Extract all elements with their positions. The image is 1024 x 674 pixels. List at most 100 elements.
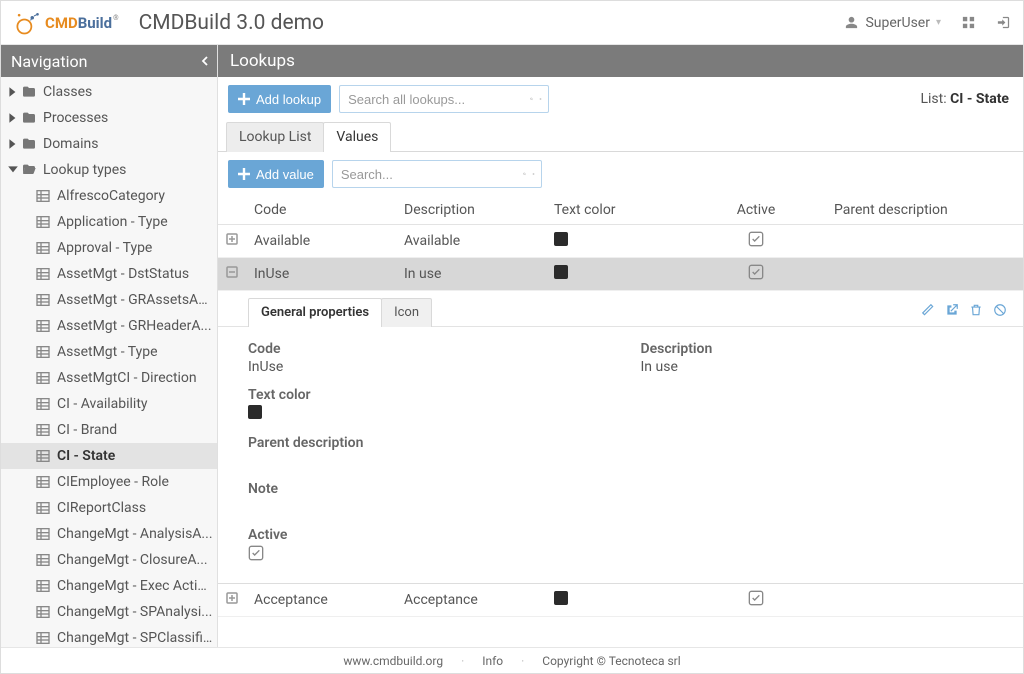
col-description[interactable]: Description [396, 196, 546, 225]
content-tabs: Lookup List Values [218, 121, 1023, 152]
logout-icon[interactable] [996, 15, 1011, 30]
tree-item-domains[interactable]: Domains [1, 131, 217, 157]
tree-item-lookup-type[interactable]: Application - Type [1, 209, 217, 235]
value-parent [248, 453, 993, 469]
table-icon [35, 474, 51, 490]
search-icon[interactable] [523, 167, 526, 181]
tree-item-lookup-type[interactable]: ChangeMgt - ClosureA... [1, 547, 217, 573]
detail-panel-row: General properties Icon [218, 291, 1023, 584]
tree-item-lookup-type[interactable]: AssetMgt - GRAssetsAc... [1, 287, 217, 313]
tree-item-label: AlfrescoCategory [57, 188, 165, 204]
col-code[interactable]: Code [246, 196, 396, 225]
detail-tab-icon[interactable]: Icon [381, 298, 432, 327]
value-code: InUse [248, 359, 601, 375]
toolbar-lookups: Add lookup List: CI - State [218, 77, 1023, 121]
delete-icon[interactable] [969, 303, 983, 317]
clear-icon[interactable] [532, 167, 535, 181]
tree-item-lookup-type[interactable]: AlfrescoCategory [1, 183, 217, 209]
detail-body: Code InUse Description In use Text color [218, 327, 1023, 583]
col-text-color[interactable]: Text color [546, 196, 686, 225]
edit-icon[interactable] [921, 303, 935, 317]
table-icon [35, 552, 51, 568]
checkbox-checked-icon [748, 264, 764, 280]
row-expander[interactable] [218, 584, 246, 617]
tree-item-lookup-type[interactable]: ChangeMgt - SPAnalysi... [1, 599, 217, 625]
tree-item-label: ChangeMgt - SPClassifi... [57, 630, 213, 646]
tree-item-lookup-type[interactable]: CIReportClass [1, 495, 217, 521]
toolbar-values: Add value [218, 152, 1023, 196]
tree-item-label: ChangeMgt - ClosureA... [57, 552, 208, 568]
active-check [686, 258, 826, 291]
detail-tab-general[interactable]: General properties [248, 298, 382, 327]
table-icon [35, 318, 51, 334]
tree-item-lookup-type[interactable]: AssetMgt - Type [1, 339, 217, 365]
label-note: Note [248, 481, 993, 497]
caret-right-icon [7, 86, 19, 98]
col-parent[interactable]: Parent description [826, 196, 1023, 225]
color-swatch [554, 265, 568, 279]
tree-item-lookup-type[interactable]: ChangeMgt - AnalysisA... [1, 521, 217, 547]
active-check [686, 584, 826, 617]
table-row[interactable]: InUse In use [218, 258, 1023, 291]
navigation-title: Navigation [11, 52, 87, 71]
tab-values[interactable]: Values [323, 122, 391, 152]
tree-item-lookup-type[interactable]: AssetMgtCI - Direction [1, 365, 217, 391]
tree-item-lookup-type[interactable]: CI - Availability [1, 391, 217, 417]
tree-item-lookup-type[interactable]: CI - State [1, 443, 217, 469]
footer-copyright: Copyright © Tecnoteca srl [542, 654, 680, 668]
app-title: CMDBuild 3.0 demo [139, 11, 324, 35]
table-icon [35, 500, 51, 516]
table-icon [35, 630, 51, 646]
folder-open-icon [21, 162, 37, 178]
disable-icon[interactable] [993, 303, 1007, 317]
navigation-header: Navigation [1, 45, 217, 77]
add-lookup-button[interactable]: Add lookup [228, 85, 331, 113]
tree-item-processes[interactable]: Processes [1, 105, 217, 131]
row-expander[interactable] [218, 225, 246, 258]
search-values[interactable] [332, 160, 542, 188]
content-title: Lookups [218, 45, 1023, 77]
tree-item-lookup-type[interactable]: ChangeMgt - Exec Action [1, 573, 217, 599]
tree-item-lookup-types[interactable]: Lookup types [1, 157, 217, 183]
user-label: SuperUser [865, 15, 930, 31]
table-row[interactable]: Acceptance Acceptance [218, 584, 1023, 617]
row-collapse[interactable] [218, 258, 246, 291]
tree-item-lookup-type[interactable]: AssetMgt - GRHeaderA... [1, 313, 217, 339]
tab-lookup-list[interactable]: Lookup List [226, 122, 324, 152]
open-external-icon[interactable] [945, 303, 959, 317]
add-value-button[interactable]: Add value [228, 160, 324, 188]
tree-item-label: AssetMgt - GRAssetsAc... [57, 292, 213, 308]
tree-item-lookup-type[interactable]: CIEmployee - Role [1, 469, 217, 495]
col-active[interactable]: Active [686, 196, 826, 225]
tree-item-label: CI - State [57, 448, 115, 464]
grid-icon[interactable] [961, 15, 976, 30]
tree-item-label: AssetMgt - Type [57, 344, 158, 360]
content: Lookups Add lookup List: CI - State Look… [218, 45, 1023, 647]
expand-plus-icon [226, 233, 238, 245]
footer-info[interactable]: Info [482, 654, 503, 668]
tree-item-lookup-type[interactable]: AssetMgt - DstStatus [1, 261, 217, 287]
tree-item-label: CIEmployee - Role [57, 474, 169, 490]
tree-item-classes[interactable]: Classes [1, 79, 217, 105]
values-table: Code Description Text color Active Paren… [218, 196, 1023, 617]
tree-item-lookup-type[interactable]: ChangeMgt - SPClassifi... [1, 625, 217, 647]
plus-icon [238, 93, 250, 105]
table-icon [35, 344, 51, 360]
footer: www.cmdbuild.org · Info · Copyright © Te… [1, 647, 1023, 673]
user-menu[interactable]: SuperUser ▾ [844, 15, 941, 31]
caret-right-icon [7, 112, 19, 124]
search-lookups[interactable] [339, 85, 549, 113]
tree-item-lookup-type[interactable]: Approval - Type [1, 235, 217, 261]
clear-icon[interactable] [539, 92, 542, 106]
tree-item-lookup-type[interactable]: CI - Brand [1, 417, 217, 443]
collapse-sidebar-icon[interactable] [201, 56, 209, 66]
value-description: In use [641, 359, 994, 375]
footer-url[interactable]: www.cmdbuild.org [343, 654, 443, 668]
search-icon[interactable] [530, 92, 533, 106]
label-code: Code [248, 341, 601, 357]
search-lookups-input[interactable] [348, 92, 524, 107]
tree-item-label: AssetMgt - DstStatus [57, 266, 189, 282]
table-icon [35, 240, 51, 256]
search-values-input[interactable] [341, 167, 517, 182]
table-row[interactable]: Available Available [218, 225, 1023, 258]
